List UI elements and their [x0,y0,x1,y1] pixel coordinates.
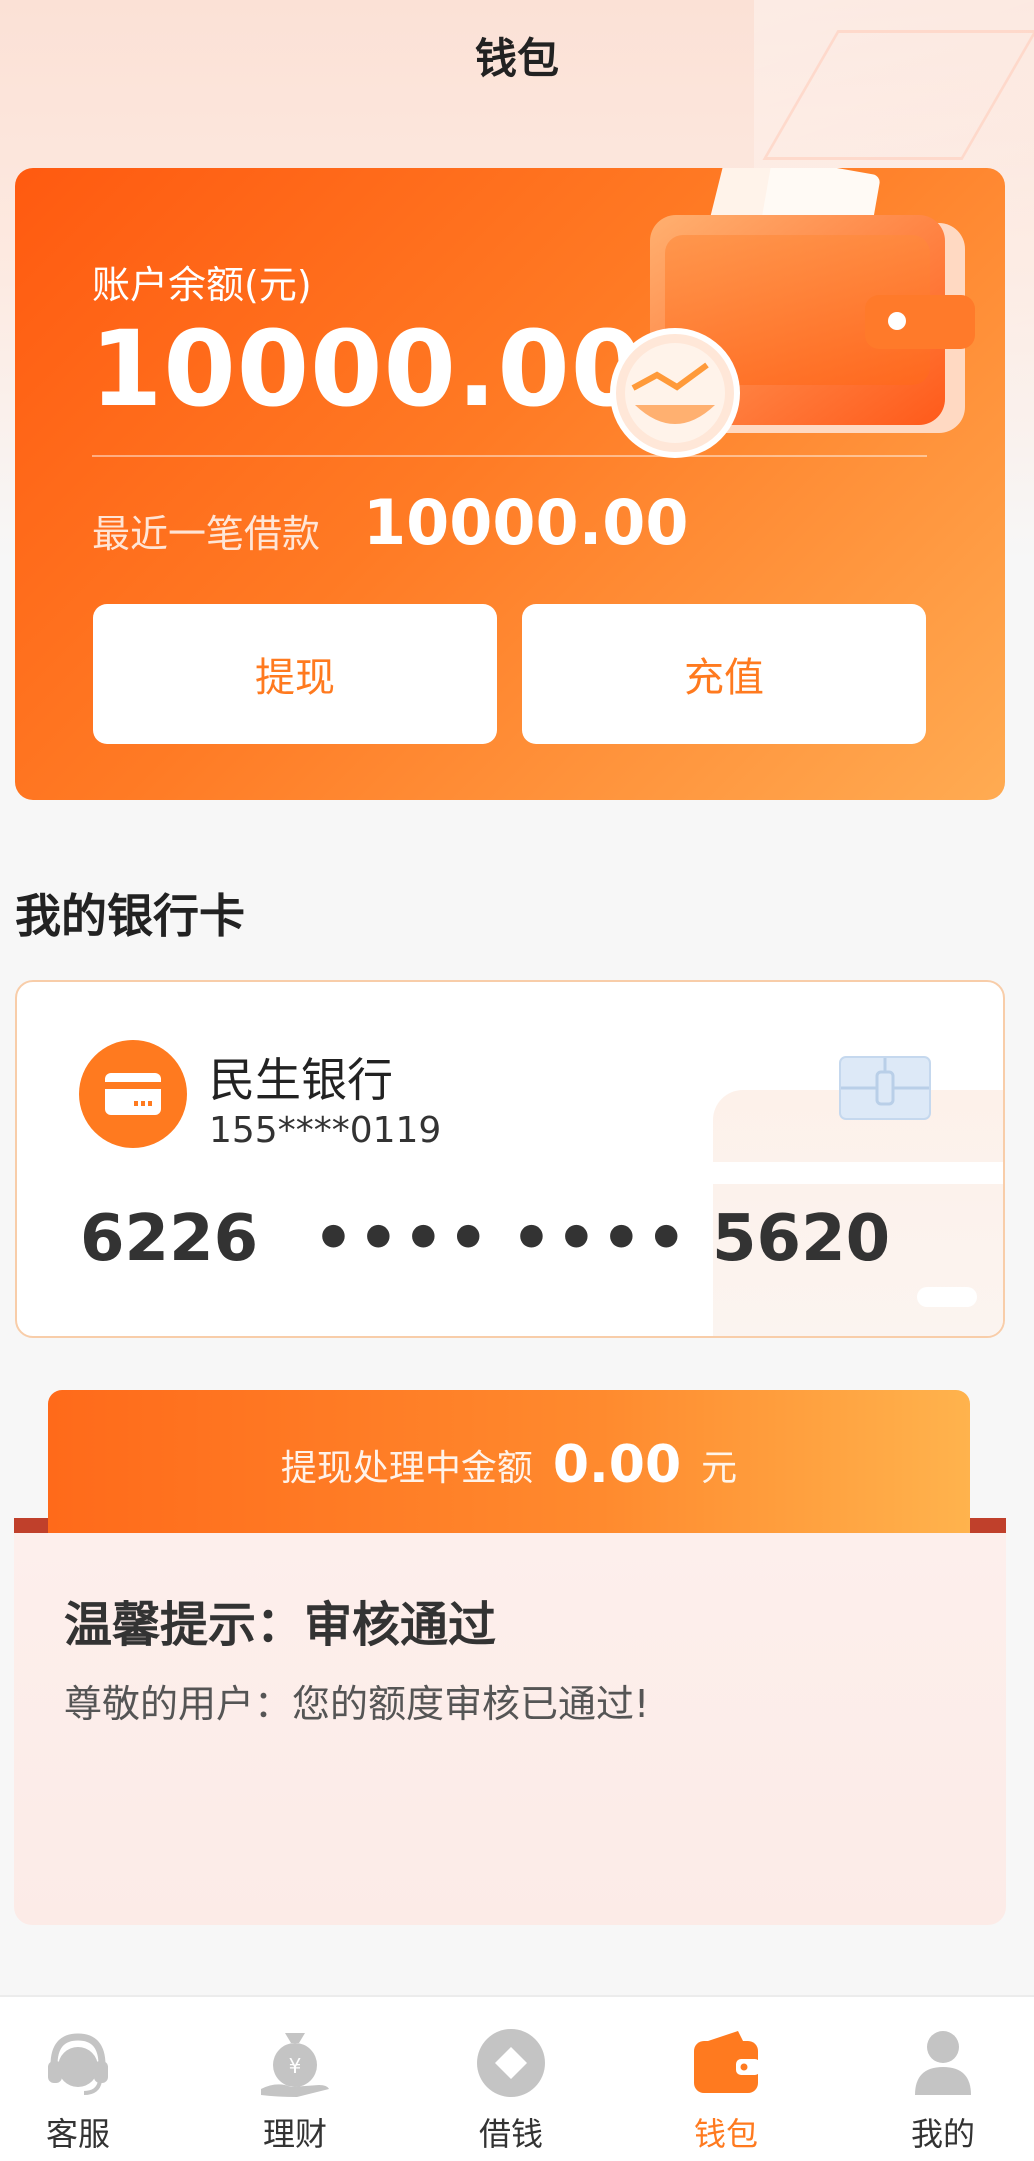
recent-loan-label: 最近一笔借款 [92,512,321,556]
balance-card: 账户余额(元) 10000.00 最近一笔借款 10000.00 提现 充值 [15,168,1005,800]
card-decoration-stripe [713,1162,1003,1184]
processing-banner-content: 提现处理中金额 0.00 元 [48,1390,970,1540]
bank-name: 民生银行 [209,1053,393,1107]
tab-label-customer-service: 客服 [45,2115,110,2153]
card-number-part-3: •••• [511,1202,691,1276]
notice-text: 尊敬的用户：您的额度审核已通过! [64,1682,650,1726]
money-bag-icon: ¥ [261,2033,329,2097]
tab-label-wallet: 钱包 [693,2115,758,2153]
tab-label-borrow: 借钱 [478,2115,543,2153]
processing-unit: 元 [701,1448,738,1489]
tab-customer-service[interactable]: 客服 [0,1997,181,2161]
bank-card[interactable]: 民生银行 155****0119 6226 •••• •••• 5620 [15,980,1005,1338]
balance-label: 账户余额(元) [92,263,312,307]
page-title: 钱包 [474,33,559,83]
tab-bar: 客服 ¥ 理财 借钱 钱包 我的 [0,1995,1034,2161]
notice-card: 温馨提示：审核通过 尊敬的用户：您的额度审核已通过! [14,1533,1006,1925]
bank-phone: 155****0119 [209,1110,442,1151]
tab-label-finance: 理财 [262,2115,327,2153]
recent-loan-amount: 10000.00 [363,486,689,559]
balance-divider [92,455,927,457]
tab-wallet[interactable]: 钱包 [623,1997,829,2161]
borrow-diamond-icon [477,2029,545,2097]
card-number-part-2: •••• [313,1202,493,1276]
user-icon [915,2031,971,2095]
bank-card-glyph [105,1073,161,1115]
card-decoration-pill [917,1287,977,1307]
processing-amount: 0.00 [552,1435,682,1495]
bank-section-title: 我的银行卡 [15,889,245,943]
wallet-illustration [610,168,975,458]
customer-service-icon [48,2033,108,2095]
balance-amount: 10000.00 [90,308,645,430]
bank-card-icon [79,1040,187,1148]
notice-title: 温馨提示：审核通过 [64,1597,497,1653]
withdraw-button[interactable]: 提现 [93,604,497,744]
tab-borrow[interactable]: 借钱 [408,1997,614,2161]
tab-mine[interactable]: 我的 [840,1997,1034,2161]
processing-label: 提现处理中金额 [280,1448,533,1489]
card-number-part-4: 5620 [712,1202,891,1276]
processing-banner: 提现处理中金额 0.00 元 [48,1390,970,1540]
title-bar: 钱包 [0,0,1034,110]
tab-finance[interactable]: ¥ 理财 [192,1997,398,2161]
wallet-icon [694,2031,760,2093]
card-number-part-1: 6226 [80,1202,259,1276]
svg-text:¥: ¥ [289,2054,302,2078]
recharge-button[interactable]: 充值 [522,604,926,744]
tab-label-mine: 我的 [910,2115,975,2153]
card-chip-icon [839,1056,931,1120]
